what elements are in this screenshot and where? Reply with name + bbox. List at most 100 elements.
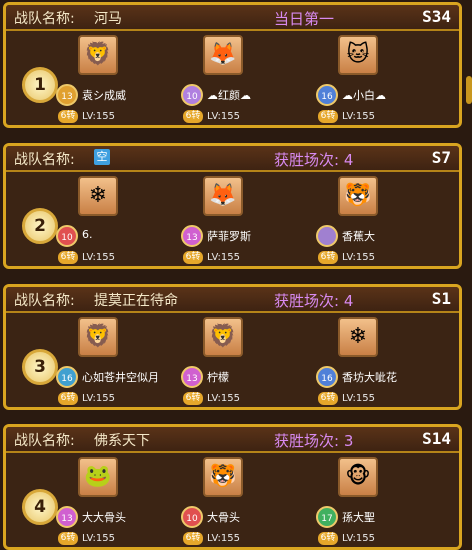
member-avatar-icon[interactable]: 🦁 (78, 317, 118, 357)
team-member[interactable]: 🐵 17 孫大聖 6转 LV:155 (316, 453, 436, 547)
server-tag: S34 (422, 7, 451, 26)
team-member[interactable]: 🦊 10 ☁红颜☁ 6转 LV:155 (181, 31, 301, 125)
rebirth-badge: 6转 (318, 392, 338, 405)
scrollbar-thumb[interactable] (466, 76, 472, 104)
team-card[interactable]: 战队名称: 河马 当日第一 S34 1 🦁 13 袁シ成威 6转 LV:155 🦊 10 ☁红颜☁ 6转 L… (3, 2, 462, 128)
team-name: 空 (94, 149, 110, 165)
team-member[interactable]: 🐯 香蕉大 6转 LV:155 (316, 172, 436, 266)
member-level: LV:155 (207, 252, 240, 263)
member-title-badge-icon (316, 225, 338, 247)
member-title-badge-icon: 10 (181, 84, 203, 106)
member-level: LV:155 (82, 252, 115, 263)
team-header: 战队名称: 空 获胜场次: 4 S7 (6, 146, 459, 172)
member-title-badge-icon: 13 (56, 506, 78, 528)
member-avatar-icon[interactable]: 🐵 (338, 457, 378, 497)
server-tag: S14 (422, 429, 451, 448)
member-title-badge-icon: 13 (181, 366, 203, 388)
team-stat: 获胜场次: 3 (274, 432, 354, 450)
team-card[interactable]: 战队名称: 佛系天下 获胜场次: 3 S14 4 🐸 13 大大骨头 6转 LV:155 🐯 10 大骨… (3, 424, 462, 550)
member-avatar-icon[interactable]: 🐸 (78, 457, 118, 497)
member-level: LV:155 (342, 393, 375, 404)
member-name: 袁シ成威 (82, 89, 126, 102)
member-name: 心如苍井空似月 (82, 371, 159, 384)
member-avatar-icon[interactable]: 🦁 (78, 35, 118, 75)
rebirth-badge: 6转 (183, 110, 203, 123)
rebirth-badge: 6转 (183, 392, 203, 405)
team-member[interactable]: 🦁 16 心如苍井空似月 6转 LV:155 (56, 313, 176, 407)
team-stat: 获胜场次: 4 (274, 292, 354, 310)
server-tag: S7 (431, 148, 451, 167)
member-level: LV:155 (342, 111, 375, 122)
member-name: 大大骨头 (82, 511, 126, 524)
member-level: LV:155 (207, 111, 240, 122)
team-member[interactable]: 🐱 16 ☁小白☁ 6转 LV:155 (316, 31, 436, 125)
team-name-label: 战队名称: (14, 293, 75, 309)
team-name: 河马 (94, 11, 122, 27)
team-member[interactable]: 🦊 13 萨菲罗斯 6转 LV:155 (181, 172, 301, 266)
member-title-badge-icon: 17 (316, 506, 338, 528)
rebirth-badge: 6转 (58, 110, 78, 123)
member-level: LV:155 (82, 111, 115, 122)
team-card[interactable]: 战队名称: 提莫正在待命 获胜场次: 4 S1 3 🦁 16 心如苍井空似月 6转 LV:155 🦁… (3, 284, 462, 410)
team-member[interactable]: ❄ 16 香坊大呲花 6转 LV:155 (316, 313, 436, 407)
member-level: LV:155 (207, 533, 240, 544)
server-tag: S1 (431, 289, 451, 308)
rank-badge: 4 (22, 489, 58, 525)
member-title-badge-icon: 16 (56, 366, 78, 388)
member-title-badge-icon: 10 (56, 225, 78, 247)
member-level: LV:155 (82, 393, 115, 404)
team-member[interactable]: 🐸 13 大大骨头 6转 LV:155 (56, 453, 176, 547)
member-name: 柠檬 (207, 371, 229, 384)
member-title-badge-icon: 13 (56, 84, 78, 106)
member-name: 6. (82, 228, 93, 241)
member-name: 大骨头 (207, 511, 240, 524)
team-stat: 当日第一 (274, 10, 335, 28)
member-name: ☁小白☁ (342, 89, 386, 102)
rank-badge: 2 (22, 208, 58, 244)
team-header: 战队名称: 河马 当日第一 S34 (6, 5, 459, 31)
member-avatar-icon[interactable]: 🦁 (203, 317, 243, 357)
team-name-label: 战队名称: (14, 152, 75, 168)
rebirth-badge: 6转 (183, 532, 203, 545)
member-level: LV:155 (82, 533, 115, 544)
rebirth-badge: 6转 (318, 251, 338, 264)
member-name: 萨菲罗斯 (207, 230, 251, 243)
rebirth-badge: 6转 (318, 110, 338, 123)
rank-badge: 3 (22, 349, 58, 385)
rank-badge: 1 (22, 67, 58, 103)
member-level: LV:155 (342, 533, 375, 544)
member-level: LV:155 (342, 252, 375, 263)
team-name-label: 战队名称: (14, 433, 75, 449)
member-title-badge-icon: 16 (316, 366, 338, 388)
member-avatar-icon[interactable]: ❄ (78, 176, 118, 216)
member-title-badge-icon: 13 (181, 225, 203, 247)
rebirth-badge: 6转 (58, 251, 78, 264)
team-name: 提莫正在待命 (94, 293, 178, 309)
member-avatar-icon[interactable]: 🦊 (203, 176, 243, 216)
rebirth-badge: 6转 (183, 251, 203, 264)
team-header: 战队名称: 佛系天下 获胜场次: 3 S14 (6, 427, 459, 453)
member-level: LV:155 (207, 393, 240, 404)
member-avatar-icon[interactable]: 🐱 (338, 35, 378, 75)
rebirth-badge: 6转 (318, 532, 338, 545)
member-avatar-icon[interactable]: 🐯 (338, 176, 378, 216)
team-name-label: 战队名称: (14, 11, 75, 27)
member-title-badge-icon: 10 (181, 506, 203, 528)
team-card[interactable]: 战队名称: 空 获胜场次: 4 S7 2 ❄ 10 6. 6转 LV:155 🦊 13 萨菲罗斯 6转 LV… (3, 143, 462, 269)
rebirth-badge: 6转 (58, 392, 78, 405)
team-header: 战队名称: 提莫正在待命 获胜场次: 4 S1 (6, 287, 459, 313)
member-name: 孫大聖 (342, 511, 375, 524)
member-avatar-icon[interactable]: 🦊 (203, 35, 243, 75)
member-name: ☁红颜☁ (207, 89, 251, 102)
team-member[interactable]: ❄ 10 6. 6转 LV:155 (56, 172, 176, 266)
rebirth-badge: 6转 (58, 532, 78, 545)
team-stat: 获胜场次: 4 (274, 151, 354, 169)
member-avatar-icon[interactable]: 🐯 (203, 457, 243, 497)
member-name: 香蕉大 (342, 230, 375, 243)
team-member[interactable]: 🦁 13 袁シ成威 6转 LV:155 (56, 31, 176, 125)
team-member[interactable]: 🦁 13 柠檬 6转 LV:155 (181, 313, 301, 407)
member-avatar-icon[interactable]: ❄ (338, 317, 378, 357)
member-title-badge-icon: 16 (316, 84, 338, 106)
team-member[interactable]: 🐯 10 大骨头 6转 LV:155 (181, 453, 301, 547)
member-name: 香坊大呲花 (342, 371, 397, 384)
